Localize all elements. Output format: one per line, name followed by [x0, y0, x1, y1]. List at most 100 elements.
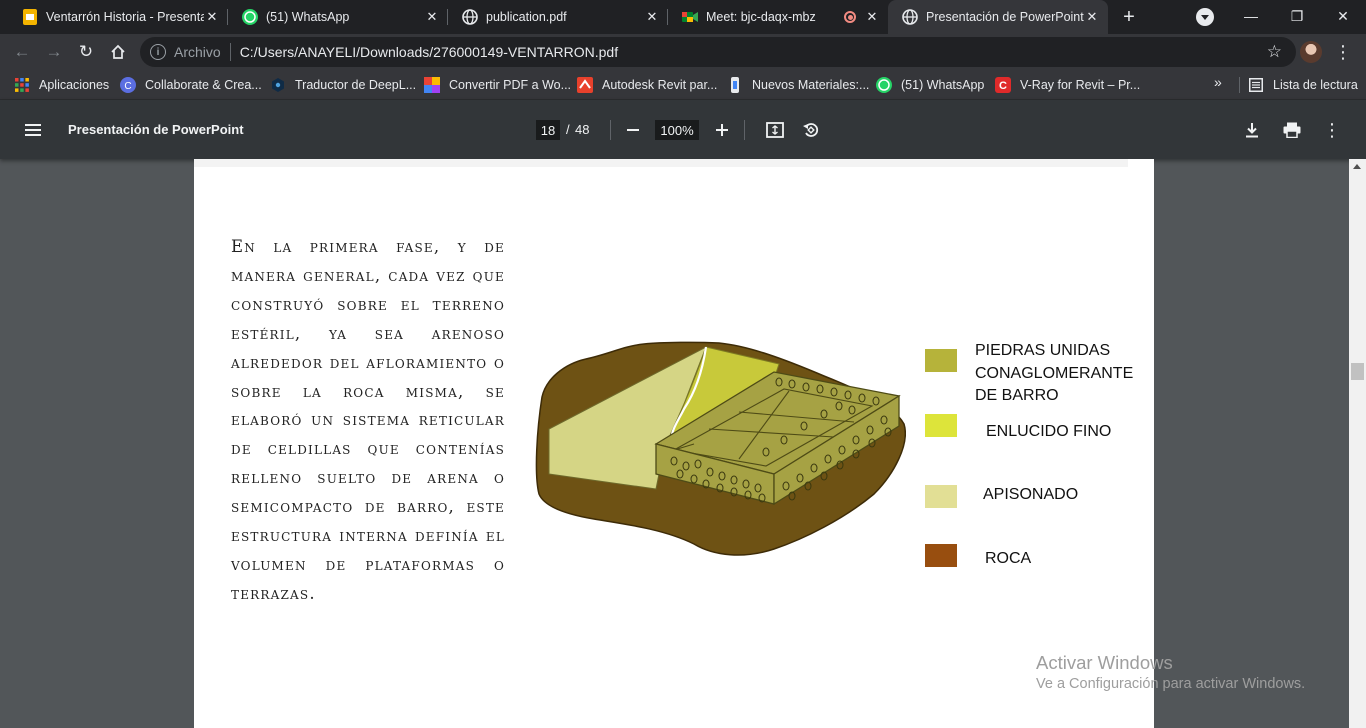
- browser-menu-icon[interactable]: ⋮: [1334, 40, 1352, 64]
- reload-button[interactable]: ↻: [74, 40, 98, 64]
- url-scheme: Archivo: [174, 44, 221, 60]
- fit-page-icon: [766, 122, 784, 138]
- address-bar[interactable]: i Archivo C:/Users/ANAYELI/Downloads/276…: [140, 37, 1296, 67]
- zoom-in-button[interactable]: [710, 118, 734, 142]
- info-icon[interactable]: i: [150, 44, 166, 60]
- legend-label: PIEDRAS UNIDAS CONAGLOMERANTE DE BARRO: [975, 342, 1134, 404]
- more-bookmarks-button[interactable]: »: [1214, 74, 1222, 90]
- tab-title: (51) WhatsApp: [266, 10, 350, 24]
- tab-title: Meet: bjc-daqx-mbz: [706, 10, 816, 24]
- whatsapp-icon: [242, 9, 258, 25]
- bookmarks-bar: Aplicaciones C Collaborate & Crea... Tra…: [0, 70, 1366, 100]
- menu-icon[interactable]: [25, 124, 41, 136]
- restore-button[interactable]: ❐: [1274, 0, 1320, 32]
- globe-icon: [902, 9, 918, 25]
- rotate-button[interactable]: [799, 118, 823, 142]
- platform-cross-section-illustration: [535, 341, 906, 556]
- reading-list-icon: [1248, 77, 1264, 93]
- whatsapp-icon: [876, 77, 892, 93]
- page-number-input[interactable]: 18: [536, 120, 560, 140]
- svg-text:C: C: [124, 81, 131, 92]
- new-tab-button[interactable]: +: [1117, 5, 1141, 29]
- bookmark-deepl[interactable]: Traductor de DeepL...: [270, 75, 416, 95]
- browser-toolbar: ← → ↻ i Archivo C:/Users/ANAYELI/Downloa…: [0, 34, 1366, 70]
- tab-whatsapp[interactable]: (51) WhatsApp ✕: [228, 0, 448, 34]
- print-icon: [1283, 122, 1301, 138]
- collaborate-icon: C: [120, 77, 136, 93]
- bookmark-label: (51) WhatsApp: [901, 78, 985, 92]
- scroll-up-arrow-icon[interactable]: [1353, 164, 1361, 169]
- page-separator: /: [566, 122, 570, 137]
- close-icon[interactable]: ✕: [864, 9, 880, 25]
- zoom-out-button[interactable]: [621, 118, 645, 142]
- fit-page-button[interactable]: [763, 118, 787, 142]
- bookmark-nuevos-materiales[interactable]: Nuevos Materiales:...: [727, 75, 869, 95]
- bookmark-apps[interactable]: Aplicaciones: [14, 75, 109, 95]
- materials-icon: [727, 77, 743, 93]
- legend-label: ROCA: [985, 550, 1032, 567]
- tab-search-icon[interactable]: [1196, 8, 1214, 26]
- pdf-toolbar: Presentación de PowerPoint 18 / 48 100% …: [0, 100, 1366, 159]
- tab-presentacion-powerpoint[interactable]: Presentación de PowerPoint ✕: [888, 0, 1108, 34]
- pdf-title: Presentación de PowerPoint: [68, 122, 244, 137]
- close-icon[interactable]: ✕: [1084, 9, 1100, 25]
- close-icon[interactable]: ✕: [644, 9, 660, 25]
- bookmark-autodesk-revit[interactable]: Autodesk Revit par...: [577, 75, 717, 95]
- bookmark-label: Nuevos Materiales:...: [752, 78, 870, 92]
- download-icon: [1246, 123, 1258, 138]
- forward-button[interactable]: →: [42, 40, 66, 64]
- slides-icon: [22, 9, 38, 25]
- bookmark-label: Aplicaciones: [39, 78, 110, 92]
- tab-publication-pdf[interactable]: publication.pdf ✕: [448, 0, 668, 34]
- close-icon[interactable]: ✕: [424, 9, 440, 25]
- bookmark-convertir-pdf[interactable]: Convertir PDF a Wo...: [424, 75, 571, 95]
- svg-text:C: C: [999, 80, 1007, 92]
- tab-title: Presentación de PowerPoint: [926, 10, 1084, 24]
- tab-strip: Ventarrón Historia - Presentaci ✕ (51) W…: [0, 0, 1366, 34]
- legend-swatch: [925, 544, 957, 567]
- profile-avatar[interactable]: [1300, 41, 1322, 63]
- vray-icon: C: [995, 77, 1011, 93]
- meet-icon: [682, 9, 698, 25]
- tab-title: publication.pdf: [486, 10, 567, 24]
- total-pages: 48: [575, 122, 590, 137]
- zoom-input[interactable]: 100%: [655, 120, 699, 140]
- bookmark-collaborate[interactable]: C Collaborate & Crea...: [120, 75, 262, 95]
- deepl-icon: [270, 77, 286, 93]
- minimize-button[interactable]: —: [1228, 0, 1274, 32]
- bookmark-label: Convertir PDF a Wo...: [449, 78, 572, 92]
- bookmark-label: V-Ray for Revit – Pr...: [1020, 78, 1141, 92]
- activation-watermark-subtitle: Ve a Configuración para activar Windows.: [1036, 676, 1306, 692]
- activation-watermark-title: Activar Windows: [1036, 652, 1173, 673]
- legend-item-enlucido-fino: ENLUCIDO FINO: [925, 414, 1111, 444]
- bookmark-star-icon[interactable]: ☆: [1267, 42, 1282, 62]
- bookmark-label: Collaborate & Crea...: [145, 78, 262, 92]
- download-button[interactable]: [1240, 118, 1264, 142]
- legend-swatch: [925, 349, 957, 372]
- apps-grid-icon: [14, 77, 30, 93]
- close-icon[interactable]: ✕: [204, 9, 220, 25]
- reading-list-label: Lista de lectura: [1273, 78, 1358, 92]
- body-paragraph: En la primera fase, y de manera general,…: [231, 237, 505, 603]
- back-button[interactable]: ←: [10, 40, 34, 64]
- scrollbar-thumb[interactable]: [1351, 363, 1364, 380]
- print-button[interactable]: [1280, 118, 1304, 142]
- bookmark-whatsapp[interactable]: (51) WhatsApp: [876, 75, 984, 95]
- pdf-page: En la primera fase, y de manera general,…: [194, 159, 1154, 728]
- more-actions-icon[interactable]: ⋮: [1320, 118, 1344, 142]
- recording-icon: [844, 11, 856, 23]
- tab-ventarron-historia[interactable]: Ventarrón Historia - Presentaci ✕: [8, 0, 228, 34]
- close-window-button[interactable]: ✕: [1320, 0, 1366, 32]
- url-text[interactable]: C:/Users/ANAYELI/Downloads/276000149-VEN…: [240, 44, 618, 60]
- home-button[interactable]: [106, 40, 130, 64]
- legend-item-roca: ROCA: [925, 544, 1031, 571]
- plus-icon: [716, 124, 728, 136]
- tab-meet[interactable]: Meet: bjc-daqx-mbz ✕: [668, 0, 888, 34]
- rotate-icon: [803, 123, 819, 137]
- minus-icon: [627, 129, 639, 131]
- bookmark-vray[interactable]: C V-Ray for Revit – Pr...: [995, 75, 1140, 95]
- autodesk-icon: [577, 77, 593, 93]
- legend-label: APISONADO: [983, 486, 1079, 503]
- reading-list[interactable]: Lista de lectura: [1248, 75, 1358, 95]
- scrollbar-track[interactable]: [1349, 159, 1366, 728]
